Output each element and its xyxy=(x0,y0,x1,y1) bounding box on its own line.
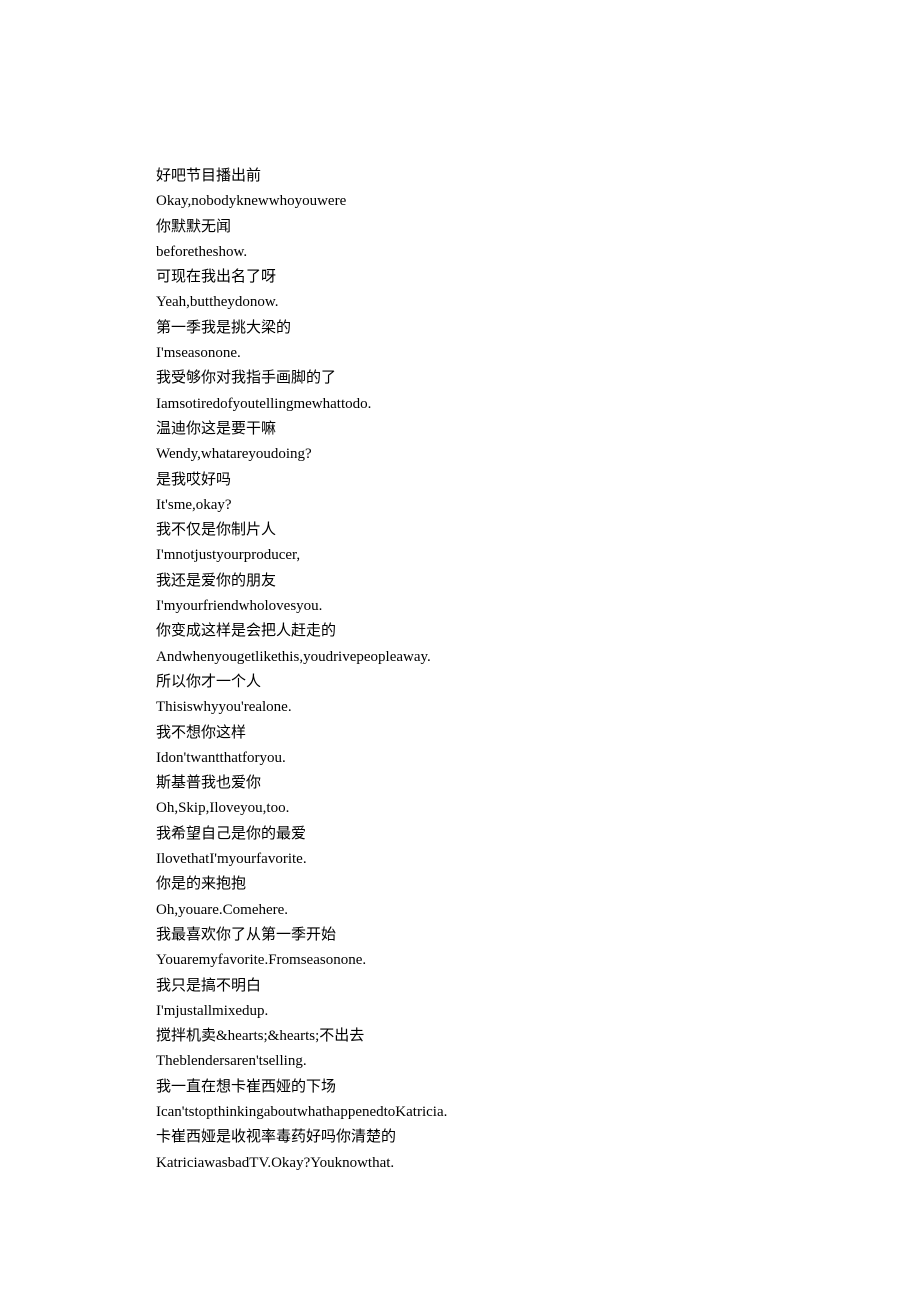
text-line: Iamsotiredofyoutellingmewhattodo. xyxy=(156,392,810,417)
text-line: 我还是爱你的朋友 xyxy=(156,569,810,594)
text-line: Okay,nobodyknewwhoyouwere xyxy=(156,189,810,214)
text-line: Thisiswhyyou'realone. xyxy=(156,695,810,720)
text-line: I'mnotjustyourproducer, xyxy=(156,543,810,568)
text-line: 你是的来抱抱 xyxy=(156,872,810,897)
text-line: 温迪你这是要干嘛 xyxy=(156,417,810,442)
text-line: Idon'twantthatforyou. xyxy=(156,746,810,771)
text-line: 我不想你这样 xyxy=(156,721,810,746)
text-line: Oh,youare.Comehere. xyxy=(156,898,810,923)
text-line: 是我哎好吗 xyxy=(156,468,810,493)
text-line: 你变成这样是会把人赶走的 xyxy=(156,619,810,644)
text-line: It'sme,okay? xyxy=(156,493,810,518)
text-line: I'mseasonone. xyxy=(156,341,810,366)
text-line: 我受够你对我指手画脚的了 xyxy=(156,366,810,391)
text-line: beforetheshow. xyxy=(156,240,810,265)
text-line: Yeah,buttheydonow. xyxy=(156,290,810,315)
text-line: Oh,Skip,Iloveyou,too. xyxy=(156,796,810,821)
text-line: Ican'tstopthinkingaboutwhathappenedtoKat… xyxy=(156,1100,810,1125)
text-line: 你默默无闻 xyxy=(156,215,810,240)
text-line: IlovethatI'myourfavorite. xyxy=(156,847,810,872)
text-line: Theblendersaren'tselling. xyxy=(156,1049,810,1074)
text-line: 所以你才一个人 xyxy=(156,670,810,695)
text-line: 我不仅是你制片人 xyxy=(156,518,810,543)
text-line: 我希望自己是你的最爱 xyxy=(156,822,810,847)
text-line: I'myourfriendwholovesyou. xyxy=(156,594,810,619)
text-line: Wendy,whatareyoudoing? xyxy=(156,442,810,467)
document-page: 好吧节目播出前 Okay,nobodyknewwhoyouwere 你默默无闻 … xyxy=(0,0,920,1256)
text-line: 卡崔西娅是收视率毒药好吗你清楚的 xyxy=(156,1125,810,1150)
text-line: 我一直在想卡崔西娅的下场 xyxy=(156,1075,810,1100)
text-line: 我最喜欢你了从第一季开始 xyxy=(156,923,810,948)
text-line: Andwhenyougetlikethis,youdrivepeopleaway… xyxy=(156,645,810,670)
text-line: KatriciawasbadTV.Okay?Youknowthat. xyxy=(156,1151,810,1176)
text-line: I'mjustallmixedup. xyxy=(156,999,810,1024)
text-line: 可现在我出名了呀 xyxy=(156,265,810,290)
text-line: 我只是搞不明白 xyxy=(156,974,810,999)
text-line: 斯基普我也爱你 xyxy=(156,771,810,796)
text-line: Youaremyfavorite.Fromseasonone. xyxy=(156,948,810,973)
text-line: 搅拌机卖&hearts;&hearts;不出去 xyxy=(156,1024,810,1049)
text-line: 好吧节目播出前 xyxy=(156,164,810,189)
text-line: 第一季我是挑大梁的 xyxy=(156,316,810,341)
